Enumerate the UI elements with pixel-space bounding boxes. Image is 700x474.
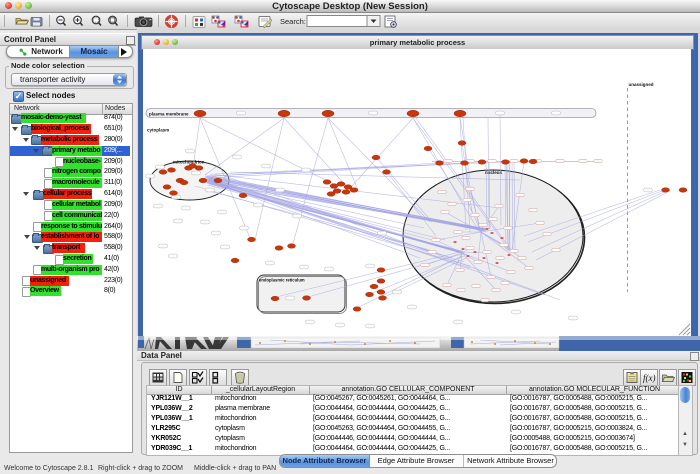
svg-text:cytoplasm: cytoplasm [147, 128, 169, 133]
svg-text:Search:: Search: [280, 17, 306, 26]
svg-text:endoplasmic reticulum: endoplasmic reticulum [259, 278, 305, 283]
svg-text:unassigned: unassigned [629, 82, 654, 87]
svg-text:mitochondrion: mitochondrion [173, 160, 205, 165]
svg-text:plasma membrane: plasma membrane [149, 112, 189, 117]
svg-text:f(x): f(x) [643, 373, 656, 383]
svg-text:nucleus: nucleus [485, 170, 503, 175]
